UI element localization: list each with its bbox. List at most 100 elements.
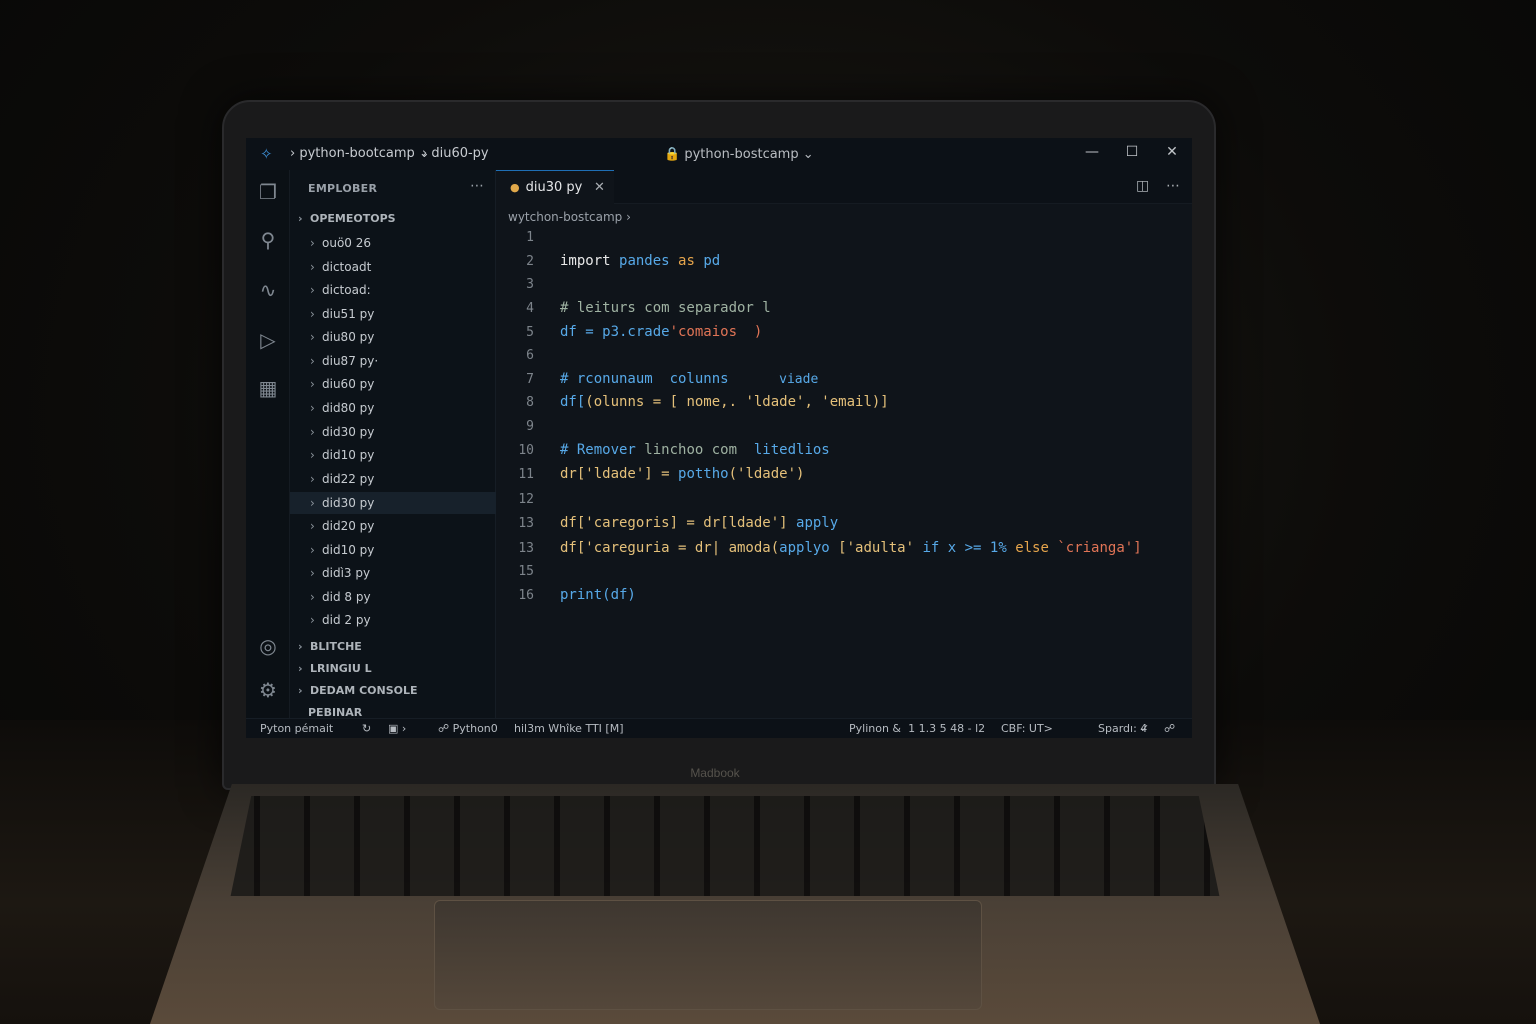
code-token: viade (779, 372, 819, 387)
chevron-right-icon: › (310, 401, 315, 415)
section-header[interactable]: › BLITCHE (298, 640, 362, 653)
line-number: 12 (518, 492, 534, 507)
tree-item-label: did80 py (322, 401, 375, 415)
keyboard (230, 796, 1220, 896)
tree-item[interactable]: › did20 py (290, 515, 496, 537)
notifications-icon[interactable]: ☍ (1164, 722, 1175, 735)
tree-item-label: did10 py (322, 448, 375, 462)
file-crumb[interactable]: › diu60-py (422, 146, 489, 161)
code-line-8: df[(olunns = [ nome,. 'ldade', 'email)] (560, 394, 889, 410)
trackpad (434, 900, 982, 1010)
code-token: df = p3.crade (560, 324, 670, 340)
line-number: 3 (526, 277, 534, 292)
code-line-16: print(df) (560, 587, 636, 603)
line-number: 10 (518, 443, 534, 458)
line-number: 15 (518, 564, 534, 579)
section-header[interactable]: › DEDAM CONSOLE (298, 684, 418, 697)
tree-item[interactable]: › did 2 py (290, 609, 496, 631)
tree-item[interactable]: › did30 py (290, 421, 496, 443)
branch-status[interactable]: ☍ Python0 (438, 722, 498, 735)
account-icon[interactable]: ◎ (254, 632, 282, 660)
vscode-window: ✧ › python-bootcamp ⌄ › diu60-py 🔒 pytho… (246, 138, 1192, 738)
more-actions-icon[interactable]: ⋯ (470, 178, 484, 194)
window-title[interactable]: 🔒 python-bostcamp ⌄ (664, 147, 814, 162)
code-line-10: # Remover linchoo com litedlios (560, 442, 830, 458)
tree-item[interactable]: › diu60 py (290, 373, 496, 395)
line-number: 11 (518, 467, 534, 482)
tree-item[interactable]: › dictoad: (290, 279, 496, 301)
section-header[interactable]: › LRINGIU L (298, 662, 372, 675)
code-token: df['careguria = dr| amoda( (560, 540, 780, 556)
more-actions-icon[interactable]: ⋯ (1166, 178, 1180, 194)
tab-active-file[interactable]: ● diu30 py ✕ (496, 170, 614, 204)
tree-item[interactable]: › did22 py (290, 468, 496, 490)
files-icon[interactable]: ❐ (254, 178, 282, 206)
code-line-4: # leiturs com separador l (560, 300, 771, 316)
tree-item[interactable]: › diu80 py (290, 326, 496, 348)
chevron-right-icon: › (310, 472, 315, 486)
editor-tabs: ● diu30 py ✕ ◫ ⋯ (496, 170, 1192, 204)
line-number: 16 (518, 588, 534, 603)
code-token: # rconunaum colunns (560, 371, 729, 387)
code-editor[interactable]: 1 2 3 4 5 6 7 8 9 10 11 12 13 13 15 16 i… (496, 230, 1178, 718)
run-debug-icon[interactable]: ▷ (254, 326, 282, 354)
code-token: linchoo com (644, 442, 738, 458)
tree-item[interactable]: › dictoadt (290, 256, 496, 278)
minimize-icon[interactable]: — (1080, 144, 1104, 164)
chevron-right-icon: › (298, 662, 303, 675)
tree-item[interactable]: › ouö0 26 (290, 232, 496, 254)
code-token: else (1015, 540, 1049, 556)
activity-bar: ❐ ⚲ ∿ ▷ ▦ ◎ ⚙ (246, 170, 290, 718)
tree-item[interactable]: › did10 py (290, 539, 496, 561)
editor-breadcrumb[interactable]: wytchon-bostcamp › (508, 210, 631, 224)
tree-item-label: did 8 py (322, 590, 371, 604)
keyword-as: as (678, 253, 695, 269)
line-number: 1 (526, 230, 534, 245)
sync-icon[interactable]: ↻ (362, 722, 371, 735)
code-token: ('ldade') (728, 466, 805, 482)
code-token: 'comaios ) (669, 324, 763, 340)
tree-item-label: diu60 py (322, 377, 375, 391)
problems-icon[interactable]: ▣ › (388, 722, 406, 735)
chevron-right-icon: › (298, 684, 303, 697)
tree-item[interactable]: › did80 py (290, 397, 496, 419)
maximize-icon[interactable]: ☐ (1120, 144, 1144, 164)
chevron-right-icon: › (310, 496, 315, 510)
python-version[interactable]: Pylinon & 1 1.3 5 48 - l2 (849, 722, 985, 735)
line-number: 7 (526, 372, 534, 387)
mode-status[interactable]: hil3m Whîke TTI [M] (514, 722, 624, 735)
section-label: BLITCHE (310, 640, 362, 653)
code-token: apply (796, 515, 839, 531)
split-editor-icon[interactable]: ◫ (1136, 178, 1149, 194)
tree-item[interactable]: › diu51 py (290, 303, 496, 325)
code-token: (olunns = [ nome,. 'ldade', 'email)] (585, 394, 889, 410)
search-icon[interactable]: ⚲ (254, 226, 282, 254)
source-control-icon[interactable]: ∿ (254, 276, 282, 304)
section-open-label: OPEMEOTOPS (310, 212, 396, 225)
encoding-status[interactable]: CBF: UT> (1001, 722, 1053, 735)
tree-item-label: didì3 py (322, 566, 371, 580)
line-number: 8 (526, 395, 534, 410)
section-header-open[interactable]: › OPEMEOTOPS (298, 212, 396, 225)
code-line-13b: df['careguria = dr| amoda(applyo ['adult… (560, 540, 1142, 556)
vscode-logo-icon: ✧ (260, 145, 273, 163)
tree-item[interactable]: › didì3 py (290, 562, 496, 584)
extensions-icon[interactable]: ▦ (254, 374, 282, 402)
close-tab-icon[interactable]: ✕ (594, 171, 605, 205)
tree-item-active[interactable]: › did30 py (290, 492, 496, 514)
code-line-5: df = p3.crade'comaios ) (560, 324, 762, 340)
line-number: 13 (518, 541, 534, 556)
branch-label: Python0 (452, 722, 498, 735)
laptop-brand: Madbook (690, 766, 740, 780)
tree-item[interactable]: › did 8 py (290, 586, 496, 608)
code-token: applyo (779, 540, 830, 556)
workspace-crumb[interactable]: › python-bootcamp ⌄ (290, 146, 430, 161)
check-icon[interactable]: ✓ (1140, 722, 1149, 735)
close-icon[interactable]: ✕ (1160, 144, 1184, 164)
tree-item[interactable]: › did10 py (290, 444, 496, 466)
status-left[interactable]: Pyton pémait (260, 722, 333, 735)
code-token: ['adulta' (838, 540, 915, 556)
tree-item[interactable]: › diu87 py· (290, 350, 496, 372)
gear-icon[interactable]: ⚙ (254, 676, 282, 704)
code-line-2: import pandes as pd (560, 253, 720, 269)
